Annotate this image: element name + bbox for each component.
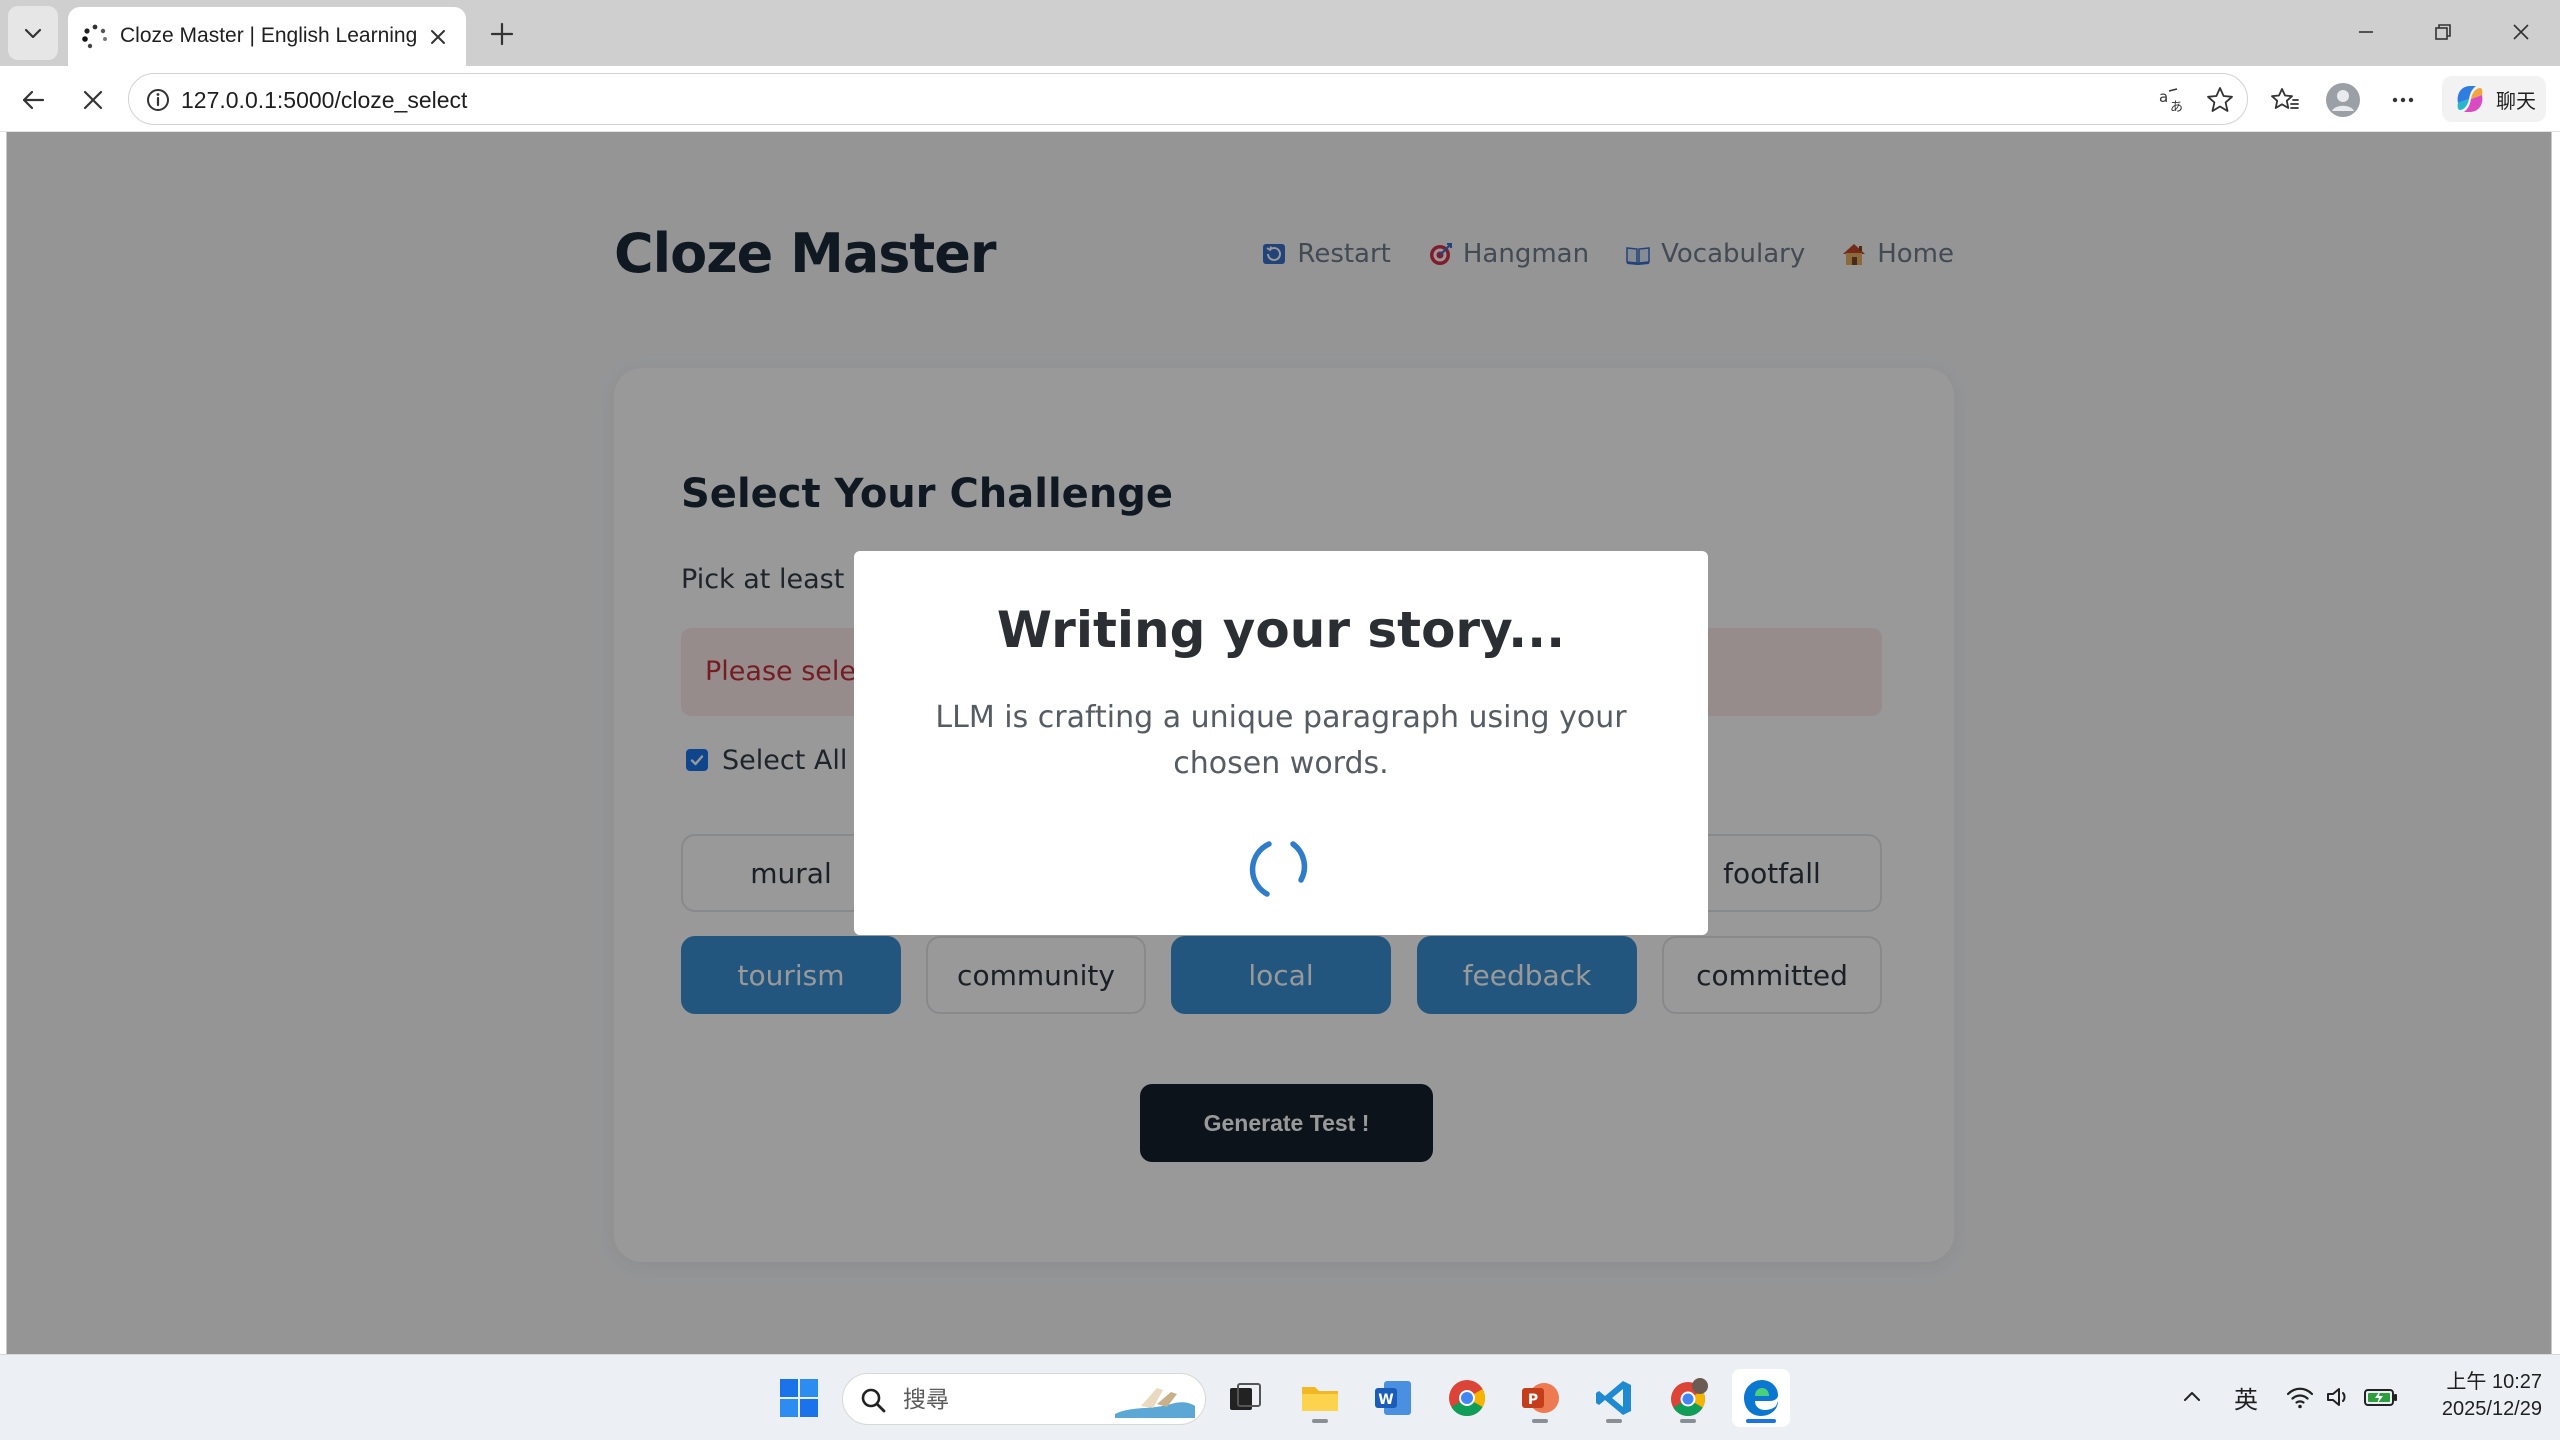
site-info-button[interactable]: [141, 83, 175, 117]
chrome-icon: [1449, 1380, 1486, 1417]
copilot-label: 聊天: [2496, 88, 2536, 113]
close-icon: [83, 90, 103, 110]
profile-button[interactable]: [2320, 77, 2366, 123]
running-indicator: [1606, 1419, 1622, 1423]
browser-toolbar: 127.0.0.1:5000/cloze_select aあ 聊天: [0, 66, 2560, 132]
task-view-icon: [1230, 1383, 1261, 1410]
word-app-button[interactable]: W: [1364, 1369, 1422, 1427]
address-bar[interactable]: 127.0.0.1:5000/cloze_select aあ: [128, 73, 2248, 125]
battery-status[interactable]: [2360, 1375, 2402, 1419]
modal-title: Writing your story...: [996, 601, 1566, 659]
powerpoint-app-button[interactable]: P: [1511, 1369, 1569, 1427]
close-icon: [431, 30, 445, 44]
close-icon: [2513, 24, 2529, 40]
running-indicator: [1312, 1419, 1328, 1423]
tab-list-button[interactable]: [8, 6, 58, 60]
speaker-icon: [2327, 1388, 2346, 1406]
browser-tab-active[interactable]: Cloze Master | English Learning: [68, 7, 466, 66]
input-language-indicator[interactable]: 英: [2226, 1375, 2266, 1419]
tab-title: Cloze Master | English Learning: [120, 24, 418, 47]
taskbar-search[interactable]: 搜尋: [842, 1373, 1206, 1425]
tab-close-button[interactable]: [422, 21, 454, 53]
word-icon: W: [1375, 1381, 1411, 1415]
wifi-status[interactable]: [2282, 1375, 2318, 1419]
plus-icon: [490, 22, 514, 46]
chrome-app-button[interactable]: [1438, 1369, 1496, 1427]
chevron-down-icon: [24, 28, 42, 39]
edge-app-button[interactable]: [1732, 1369, 1790, 1427]
folder-icon: [1302, 1387, 1338, 1411]
search-highlight-art-icon: [1115, 1388, 1195, 1418]
clock-time: 上午 10:27: [2446, 1371, 2542, 1393]
url-text[interactable]: 127.0.0.1:5000/cloze_select: [181, 82, 467, 118]
browser-tab-bar: Cloze Master | English Learning: [0, 0, 2560, 66]
search-placeholder: 搜尋: [903, 1387, 949, 1413]
favorites-button[interactable]: [2262, 77, 2308, 123]
input-language-text: 英: [2234, 1385, 2258, 1414]
file-explorer-button[interactable]: [1291, 1369, 1349, 1427]
page-viewport: Cloze Master Restart Hangman Vocabulary: [6, 132, 2552, 1354]
system-clock[interactable]: 上午 10:27 2025/12/29: [2412, 1369, 2542, 1423]
edge-icon: [1744, 1380, 1778, 1416]
restore-icon: [2435, 24, 2451, 40]
translate-button[interactable]: aあ: [2153, 81, 2191, 119]
search-icon: [861, 1388, 886, 1413]
svg-text:あ: あ: [2170, 100, 2183, 115]
chrome-icon: [1671, 1378, 1708, 1416]
stop-loading-button[interactable]: [70, 77, 116, 123]
wifi-icon: [2286, 1387, 2314, 1409]
more-horizontal-icon: [2392, 97, 2414, 103]
vscode-app-button[interactable]: [1585, 1369, 1643, 1427]
favorites-icon: [2271, 88, 2299, 109]
svg-text:a: a: [2159, 88, 2168, 106]
minimize-icon: [2359, 31, 2373, 33]
back-button[interactable]: [10, 77, 56, 123]
start-button[interactable]: [770, 1369, 828, 1427]
task-view-button[interactable]: [1216, 1369, 1274, 1427]
loading-spinner-icon: [1249, 841, 1308, 897]
svg-text:P: P: [1528, 1392, 1538, 1408]
arrow-left-icon: [22, 90, 45, 110]
volume-status[interactable]: [2320, 1375, 2356, 1419]
os-taskbar: 搜尋 W P 英 上午 10:27 2025/12/29: [0, 1354, 2560, 1440]
powerpoint-icon: P: [1522, 1383, 1559, 1413]
tray-overflow-button[interactable]: [2176, 1375, 2208, 1419]
running-indicator: [1532, 1419, 1548, 1423]
copilot-button[interactable]: 聊天: [2442, 76, 2546, 122]
info-icon: [147, 89, 169, 111]
star-icon: [2207, 87, 2233, 112]
windows-logo-icon: [780, 1379, 818, 1417]
translate-icon: aあ: [2159, 88, 2183, 115]
new-tab-button[interactable]: [480, 12, 524, 56]
chrome-profile-app-button[interactable]: [1659, 1369, 1717, 1427]
chevron-up-icon: [2184, 1392, 2200, 1401]
loading-dots-icon: [82, 24, 107, 49]
running-indicator: [1680, 1419, 1696, 1423]
copilot-icon: [2457, 86, 2483, 112]
battery-charging-icon: [2364, 1389, 2397, 1406]
svg-text:W: W: [1378, 1392, 1393, 1408]
restore-button[interactable]: [2415, 8, 2471, 56]
minimize-button[interactable]: [2338, 8, 2394, 56]
loading-modal: Writing your story... LLM is crafting a …: [854, 551, 1708, 935]
favorite-star-button[interactable]: [2201, 81, 2239, 119]
settings-more-button[interactable]: [2380, 77, 2426, 123]
clock-date: 2025/12/29: [2441, 1398, 2542, 1420]
window-close-button[interactable]: [2493, 8, 2549, 56]
running-indicator: [1746, 1419, 1776, 1423]
vscode-icon: [1596, 1381, 1631, 1415]
modal-text: LLM is crafting a unique paragraph using…: [935, 700, 1627, 781]
avatar-icon: [2326, 83, 2360, 117]
